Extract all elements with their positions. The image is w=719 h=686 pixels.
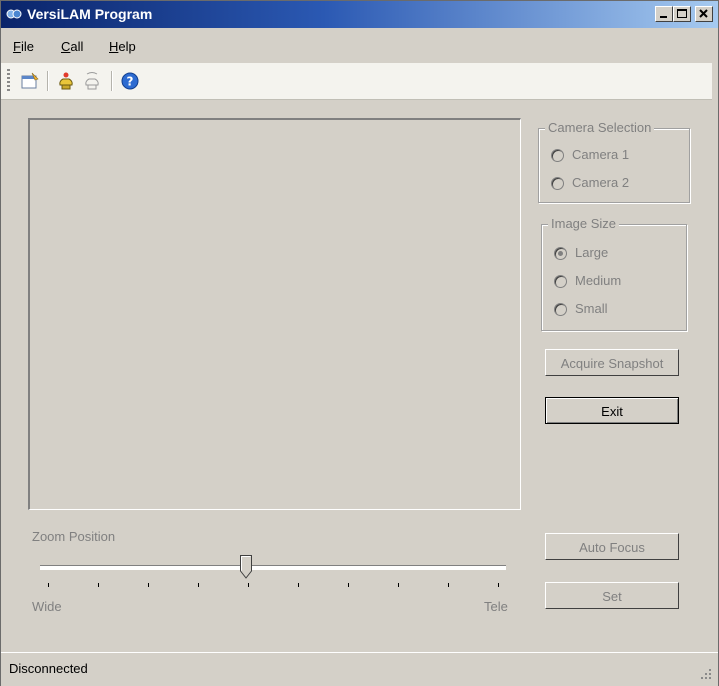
exit-button[interactable]: Exit [545, 397, 679, 424]
title-bar[interactable]: VersiLAM Program [1, 1, 718, 28]
zoom-slider-track[interactable] [40, 565, 506, 570]
radio-label: Small [575, 301, 608, 316]
properties-icon[interactable] [19, 70, 41, 92]
image-size-title: Image Size [548, 216, 620, 231]
resize-grip-icon[interactable] [700, 668, 712, 680]
help-icon[interactable]: ? [119, 70, 141, 92]
radio-label: Medium [575, 273, 622, 288]
radio-button[interactable] [551, 177, 564, 191]
menu-bar: File Call Help [1, 29, 718, 59]
set-button[interactable]: Set [545, 582, 679, 609]
minimize-icon [660, 16, 667, 18]
zoom-tick [348, 583, 349, 587]
minimize-button[interactable] [655, 6, 673, 22]
menu-help[interactable]: Help [109, 39, 136, 54]
zoom-slider-thumb[interactable] [240, 555, 252, 579]
zoom-tick [298, 583, 299, 587]
status-bar: Disconnected [1, 652, 718, 686]
image-size-group: Image Size Large Medium Small [541, 216, 687, 331]
camera-selection-title: Camera Selection [545, 120, 655, 135]
radio-label: Large [575, 245, 609, 260]
zoom-tick [98, 583, 99, 587]
toolbar-separator [111, 71, 113, 91]
auto-focus-button[interactable]: Auto Focus [545, 533, 679, 560]
hangup-icon[interactable] [81, 70, 103, 92]
zoom-min-label: Wide [32, 599, 62, 614]
radio-camera-1[interactable]: Camera 1 [551, 147, 630, 163]
toolbar: ? [1, 63, 712, 100]
zoom-tick [498, 583, 499, 587]
radio-size-large[interactable]: Large [554, 245, 609, 261]
maximize-button[interactable] [673, 6, 691, 22]
call-icon[interactable] [55, 70, 77, 92]
app-icon [6, 9, 22, 19]
toolbar-separator [47, 71, 49, 91]
zoom-tick [198, 583, 199, 587]
zoom-tick [448, 583, 449, 587]
toolbar-grip[interactable] [7, 69, 10, 93]
window-title: VersiLAM Program [27, 6, 153, 22]
radio-button[interactable] [554, 303, 567, 317]
zoom-tick [398, 583, 399, 587]
connection-status: Disconnected [9, 661, 88, 676]
svg-text:?: ? [127, 75, 134, 89]
radio-button[interactable] [554, 275, 567, 289]
image-preview [28, 118, 521, 510]
radio-button[interactable] [554, 247, 567, 261]
radio-label: Camera 2 [572, 175, 630, 190]
menu-call[interactable]: Call [61, 39, 83, 54]
close-button[interactable] [695, 6, 713, 22]
radio-camera-2[interactable]: Camera 2 [551, 175, 630, 191]
zoom-max-label: Tele [484, 599, 508, 614]
camera-selection-group: Camera Selection Camera 1 Camera 2 [538, 120, 690, 203]
app-window: VersiLAM Program File Call Help ? Camera… [0, 0, 719, 686]
menu-file[interactable]: File [13, 39, 34, 54]
close-icon [699, 9, 708, 18]
radio-size-medium[interactable]: Medium [554, 273, 622, 289]
zoom-position-label: Zoom Position [32, 529, 116, 544]
zoom-tick [248, 583, 249, 587]
radio-size-small[interactable]: Small [554, 301, 608, 317]
zoom-tick [148, 583, 149, 587]
zoom-tick [48, 583, 49, 587]
acquire-snapshot-button[interactable]: Acquire Snapshot [545, 349, 679, 376]
maximize-icon [677, 9, 687, 18]
radio-button[interactable] [551, 149, 564, 163]
radio-label: Camera 1 [572, 147, 630, 162]
